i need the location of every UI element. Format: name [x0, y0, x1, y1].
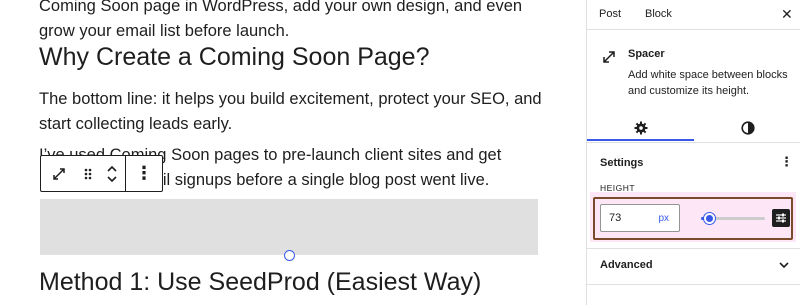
heading-why-coming-soon[interactable]: Why Create a Coming Soon Page? — [39, 42, 430, 72]
divider — [587, 284, 800, 285]
custom-units-toggle[interactable] — [772, 209, 790, 227]
block-transform-button[interactable] — [41, 156, 77, 191]
chevron-down-icon[interactable] — [106, 175, 118, 183]
half-circle-icon — [740, 121, 755, 135]
close-icon[interactable]: ✕ — [781, 6, 793, 23]
block-card: Spacer Add white space between blocks an… — [587, 31, 800, 143]
active-tab-indicator — [587, 139, 694, 141]
height-unit-select[interactable]: px — [658, 213, 669, 224]
block-toolbar: ⋮ — [40, 155, 163, 192]
block-card-title: Spacer — [628, 48, 665, 60]
paragraph-bottom-line[interactable]: The bottom line: it helps you build exci… — [39, 87, 559, 137]
drag-handle-icon — [84, 168, 92, 179]
heading-method-1[interactable]: Method 1: Use SeedProd (Easiest Way) — [39, 267, 481, 297]
tab-styles[interactable] — [694, 113, 800, 143]
tab-post[interactable]: Post — [599, 8, 621, 20]
sliders-icon — [776, 213, 786, 223]
block-card-description: Add white space between blocks and custo… — [628, 69, 788, 97]
height-value[interactable]: 73 — [609, 212, 621, 224]
height-slider-thumb[interactable] — [703, 213, 715, 224]
height-number-input[interactable]: 73 px — [600, 204, 680, 232]
spacer-resize-handle[interactable] — [284, 250, 295, 261]
height-slider[interactable] — [701, 213, 765, 224]
gear-icon — [634, 121, 647, 135]
tab-block[interactable]: Block — [645, 8, 672, 20]
block-options-button[interactable]: ⋮ — [126, 156, 162, 191]
expand-arrows-icon — [53, 167, 65, 180]
resize-arrows-icon — [601, 49, 617, 70]
chevron-up-icon[interactable] — [106, 165, 118, 173]
settings-sidebar: Post Block ✕ Spacer Add white space betw… — [586, 0, 800, 305]
settings-options-button[interactable]: ⋮ — [780, 154, 793, 170]
advanced-label: Advanced — [600, 259, 653, 271]
settings-panel-title[interactable]: Settings — [600, 157, 643, 169]
sidebar-tabs: Post Block ✕ — [587, 0, 800, 30]
spacer-block[interactable] — [40, 199, 538, 255]
intro-paragraph[interactable]: Coming Soon page in WordPress, add your … — [39, 0, 559, 44]
drag-handle-button[interactable] — [77, 156, 99, 191]
editor-canvas[interactable]: Coming Soon page in WordPress, add your … — [0, 0, 586, 305]
block-mover — [99, 156, 125, 191]
chevron-down-icon — [779, 262, 789, 269]
advanced-panel-toggle[interactable]: Advanced — [587, 248, 800, 284]
